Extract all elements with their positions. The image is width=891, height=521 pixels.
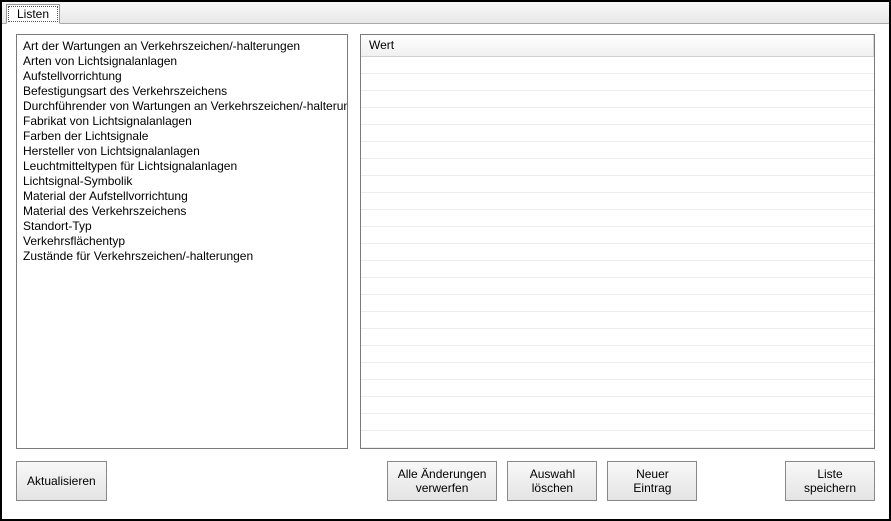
delete-selection-button[interactable]: Auswahllöschen [507, 461, 597, 501]
table-row[interactable] [361, 431, 874, 448]
table-row[interactable] [361, 414, 874, 431]
table-row[interactable] [361, 193, 874, 210]
panels: Art der Wartungen an Verkehrszeichen/-ha… [16, 34, 875, 449]
refresh-button[interactable]: Aktualisieren [16, 461, 107, 501]
button-row: Aktualisieren Alle Änderungenverwerfen A… [16, 449, 875, 513]
new-entry-button[interactable]: NeuerEintrag [607, 461, 697, 501]
table-row[interactable] [361, 159, 874, 176]
list-item[interactable]: Arten von Lichtsignalanlagen [19, 54, 345, 69]
list-item[interactable]: Befestigungsart des Verkehrszeichens [19, 84, 345, 99]
lists-window: Listen Art der Wartungen an Verkehrszeic… [0, 0, 891, 521]
list-item[interactable]: Leuchtmitteltypen für Lichtsignalanlagen [19, 159, 345, 174]
save-list-button[interactable]: Listespeichern [785, 461, 875, 501]
table-row[interactable] [361, 346, 874, 363]
table-row[interactable] [361, 363, 874, 380]
table-row[interactable] [361, 380, 874, 397]
column-header-wert[interactable]: Wert [361, 35, 874, 56]
table-row[interactable] [361, 57, 874, 74]
list-item[interactable]: Fabrikat von Lichtsignalanlagen [19, 114, 345, 129]
table-row[interactable] [361, 295, 874, 312]
list-item[interactable]: Standort-Typ [19, 219, 345, 234]
table-row[interactable] [361, 244, 874, 261]
list-item[interactable]: Aufstellvorrichtung [19, 69, 345, 84]
content-area: Art der Wartungen an Verkehrszeichen/-ha… [2, 24, 889, 519]
table-row[interactable] [361, 227, 874, 244]
list-item[interactable]: Zustände für Verkehrszeichen/-halterunge… [19, 249, 345, 264]
table-row[interactable] [361, 210, 874, 227]
list-item[interactable]: Material der Aufstellvorrichtung [19, 189, 345, 204]
table-row[interactable] [361, 261, 874, 278]
spacer [117, 461, 377, 501]
table-row[interactable] [361, 176, 874, 193]
table-row[interactable] [361, 74, 874, 91]
table-row[interactable] [361, 312, 874, 329]
table-row[interactable] [361, 329, 874, 346]
list-item[interactable]: Farben der Lichtsignale [19, 129, 345, 144]
list-item[interactable]: Art der Wartungen an Verkehrszeichen/-ha… [19, 39, 345, 54]
table-row[interactable] [361, 91, 874, 108]
spacer [707, 461, 775, 501]
table-row[interactable] [361, 108, 874, 125]
list-item[interactable]: Hersteller von Lichtsignalanlagen [19, 144, 345, 159]
value-grid[interactable]: Wert [360, 34, 875, 449]
table-row[interactable] [361, 142, 874, 159]
list-item[interactable]: Durchführender von Wartungen an Verkehrs… [19, 99, 345, 114]
category-listbox[interactable]: Art der Wartungen an Verkehrszeichen/-ha… [16, 34, 348, 449]
table-row[interactable] [361, 397, 874, 414]
tab-strip: Listen [2, 2, 889, 24]
tab-listen[interactable]: Listen [6, 4, 60, 24]
table-row[interactable] [361, 125, 874, 142]
list-item[interactable]: Material des Verkehrszeichens [19, 204, 345, 219]
list-item[interactable]: Lichtsignal-Symbolik [19, 174, 345, 189]
discard-changes-button[interactable]: Alle Änderungenverwerfen [387, 461, 498, 501]
grid-header: Wert [361, 35, 874, 57]
grid-body [361, 57, 874, 448]
list-item[interactable]: Verkehrsflächentyp [19, 234, 345, 249]
table-row[interactable] [361, 278, 874, 295]
